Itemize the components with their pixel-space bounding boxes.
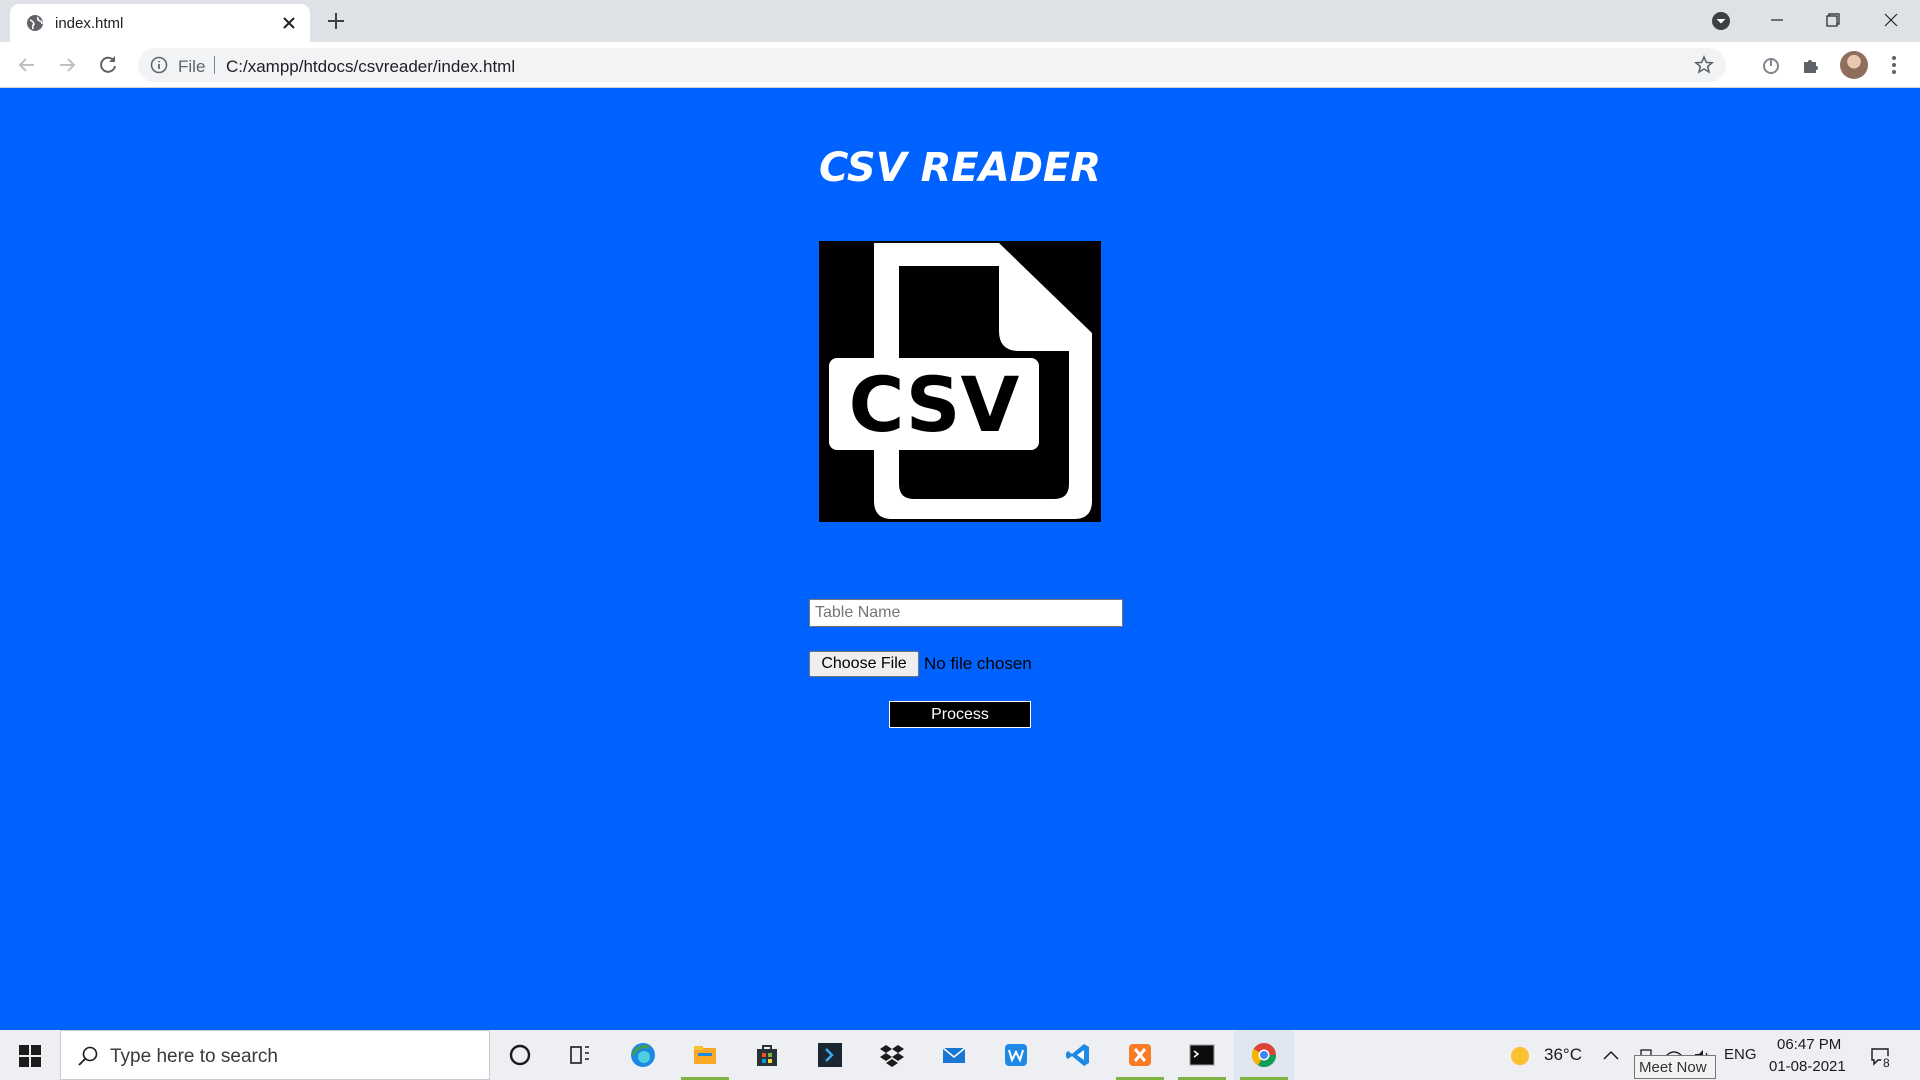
weather-temperature[interactable]: 36°C [1544,1045,1582,1065]
store-icon[interactable] [737,1030,797,1080]
csv-logo-text: CSV [849,360,1020,449]
address-bar[interactable]: File C:/xampp/htdocs/csvreader/index.htm… [138,48,1726,82]
language-indicator[interactable]: ENG [1724,1046,1757,1063]
terminal-icon[interactable] [1172,1030,1232,1080]
meet-now-tooltip: Meet Now [1634,1055,1716,1079]
no-file-label: No file chosen [924,654,1032,673]
extensions-puzzle-icon[interactable] [1800,53,1824,77]
browser-tab[interactable]: index.html [10,4,310,42]
reload-icon[interactable] [96,53,120,77]
windows-taskbar: Type here to search 36°C ENG 8 [0,1030,1920,1080]
clock-date[interactable]: 01-08-2021 [1769,1058,1846,1075]
back-icon[interactable] [15,53,39,77]
globe-icon [27,15,43,31]
search-placeholder: Type here to search [110,1046,278,1067]
dropbox-icon[interactable] [862,1030,922,1080]
chrome-icon[interactable] [1234,1030,1294,1080]
process-button[interactable]: Process [889,701,1031,728]
minimize-icon[interactable] [1760,6,1794,34]
task-view-icon[interactable] [550,1030,610,1080]
file-explorer-icon[interactable] [675,1030,735,1080]
address-url[interactable]: C:/xampp/htdocs/csvreader/index.html [226,57,515,77]
taskbar-search-box[interactable]: Type here to search [60,1030,490,1080]
info-icon[interactable] [150,56,168,74]
weather-sun-icon[interactable] [1510,1046,1530,1066]
address-scheme: File [178,57,206,76]
address-separator [214,56,215,74]
menu-kebab-icon[interactable] [1882,53,1906,77]
forward-icon[interactable] [55,53,79,77]
browser-toolbar: File C:/xampp/htdocs/csvreader/index.htm… [0,42,1920,88]
notification-count-badge: 8 [1881,1056,1892,1070]
edge-icon[interactable] [613,1030,673,1080]
powershell-icon[interactable] [800,1030,860,1080]
mail-icon[interactable] [924,1030,984,1080]
vscode-icon[interactable] [1048,1030,1108,1080]
csv-file-logo: CSV [819,241,1101,522]
bookmark-star-icon[interactable] [1694,55,1714,75]
tab-strip: index.html [0,0,1920,42]
chevron-up-icon[interactable] [1601,1046,1621,1066]
clock-time[interactable]: 06:47 PM [1777,1036,1841,1053]
choose-file-button[interactable]: Choose File [809,651,919,677]
page-title: CSV READER [818,145,1102,191]
windows-start-icon[interactable] [19,1045,41,1067]
cortana-icon[interactable] [490,1030,550,1080]
search-icon [78,1046,98,1066]
table-name-input[interactable] [809,599,1123,627]
tab-title: index.html [55,15,124,32]
new-tab-icon[interactable] [325,10,347,32]
profile-avatar[interactable] [1840,51,1868,79]
xampp-icon[interactable] [1110,1030,1170,1080]
wps-writer-icon[interactable] [986,1030,1046,1080]
restore-icon[interactable] [1816,6,1850,34]
close-window-icon[interactable] [1874,6,1908,34]
tab-search-icon[interactable] [1710,10,1732,32]
close-tab-icon[interactable] [280,14,298,32]
extension-shield-icon[interactable] [1759,53,1783,77]
